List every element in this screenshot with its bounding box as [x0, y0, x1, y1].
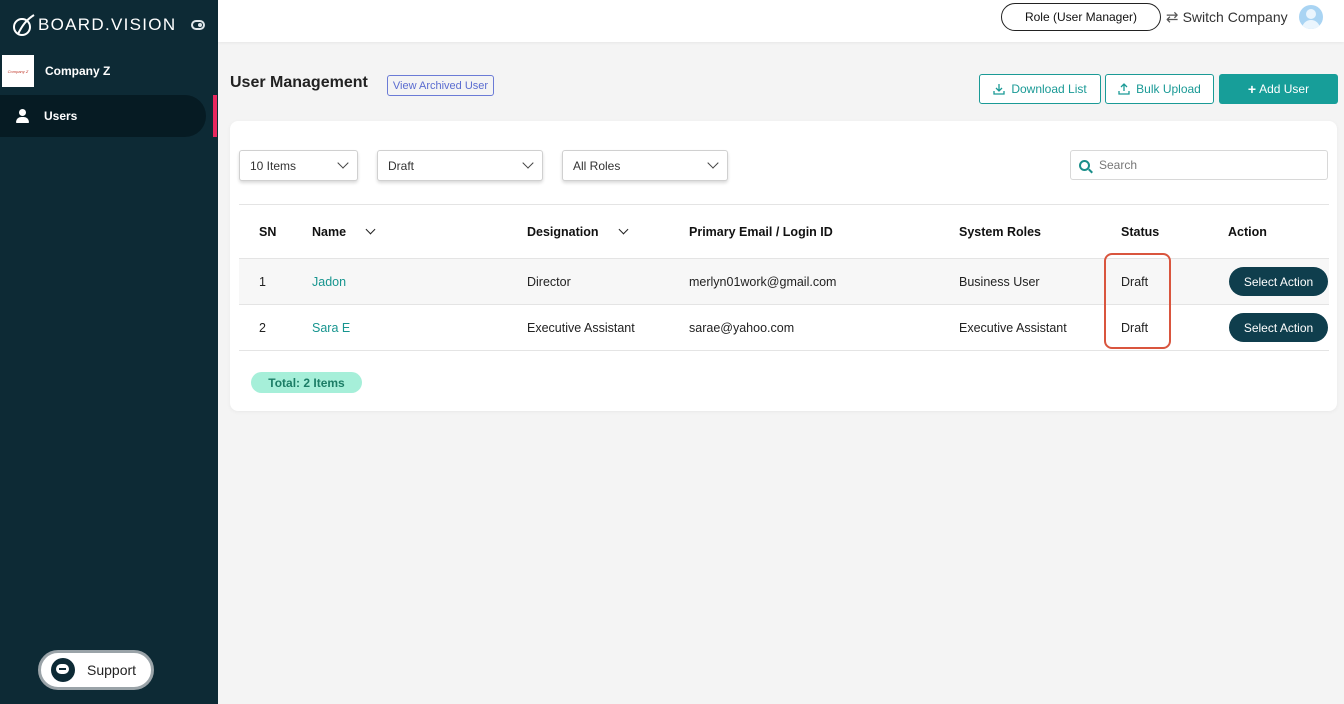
- column-header-name[interactable]: Name: [312, 205, 376, 258]
- company-name: Company Z: [45, 64, 111, 78]
- row-email: merlyn01work@gmail.com: [689, 274, 837, 289]
- row-system-roles: Business User: [959, 274, 1040, 289]
- row-designation: Director: [527, 274, 571, 289]
- brand-name: BOARD.VISION: [38, 15, 177, 34]
- column-header-status: Status: [1121, 224, 1160, 239]
- select-action-button[interactable]: Select Action: [1229, 267, 1328, 296]
- status-badge: Draft: [1121, 320, 1149, 335]
- plus-icon: +: [1247, 81, 1257, 97]
- column-header-designation[interactable]: Designation: [527, 205, 628, 258]
- download-icon: [993, 84, 1005, 95]
- user-icon: [15, 108, 31, 124]
- column-header-designation-label: Designation: [527, 224, 599, 239]
- sidebar-item-label: Users: [44, 109, 78, 123]
- chevron-down-icon: [618, 224, 628, 235]
- bulk-upload-button[interactable]: Bulk Upload: [1105, 74, 1214, 104]
- table-row: 1 Jadon Director merlyn01work@gmail.com …: [239, 259, 1329, 305]
- company-logo: Company Z: [2, 55, 34, 87]
- total-items-badge: Total: 2 Items: [251, 372, 362, 393]
- row-sn: 1: [259, 274, 266, 289]
- column-header-sn: SN: [259, 224, 277, 239]
- brand[interactable]: BOARD.VISION: [12, 12, 176, 38]
- page-title: User Management: [230, 74, 368, 91]
- chevron-down-icon: [707, 157, 719, 169]
- status-filter-select[interactable]: Draft: [377, 150, 543, 181]
- sidebar: BOARD.VISION Company Z Company Z Users S…: [0, 0, 218, 704]
- add-user-button[interactable]: + Add User: [1219, 74, 1338, 104]
- avatar[interactable]: [1299, 5, 1323, 29]
- column-header-name-label: Name: [312, 224, 347, 239]
- column-header-email: Primary Email / Login ID: [689, 224, 833, 239]
- search-input[interactable]: [1099, 158, 1299, 172]
- roles-filter-select[interactable]: All Roles: [562, 150, 728, 181]
- roles-filter-value: All Roles: [573, 158, 621, 173]
- column-header-system-roles: System Roles: [959, 224, 1041, 239]
- download-list-label: Download List: [1011, 82, 1087, 96]
- items-per-page-value: 10 Items: [250, 158, 297, 173]
- users-table: SN Name Designation Primary Email / Logi…: [239, 204, 1329, 351]
- user-name-link[interactable]: Sara E: [312, 305, 350, 350]
- search-box: [1070, 150, 1328, 180]
- top-bar: Role (User Manager) ⇄ Switch Company: [218, 0, 1344, 42]
- users-card: 10 Items Draft All Roles SN Name Designa…: [230, 121, 1337, 411]
- row-email: sarae@yahoo.com: [689, 320, 795, 335]
- board-vision-logo-icon: [13, 14, 35, 36]
- active-nav-indicator: [213, 95, 217, 137]
- add-user-label: Add User: [1259, 82, 1310, 96]
- swap-icon: ⇄: [1166, 9, 1179, 26]
- table-row: 2 Sara E Executive Assistant sarae@yahoo…: [239, 305, 1329, 351]
- row-system-roles: Executive Assistant: [959, 320, 1067, 335]
- search-icon: [1079, 159, 1090, 171]
- support-button[interactable]: Support: [38, 650, 154, 690]
- select-action-button[interactable]: Select Action: [1229, 313, 1328, 342]
- sidebar-toggle-icon[interactable]: [191, 20, 205, 30]
- bulk-upload-label: Bulk Upload: [1136, 82, 1201, 96]
- status-badge: Draft: [1121, 274, 1149, 289]
- view-archived-user-button[interactable]: View Archived User: [387, 75, 494, 96]
- role-button[interactable]: Role (User Manager): [1001, 3, 1161, 31]
- row-designation: Executive Assistant: [527, 320, 635, 335]
- chevron-down-icon: [365, 224, 376, 235]
- table-header: SN Name Designation Primary Email / Logi…: [239, 204, 1329, 259]
- company-logo-text: Company Z: [7, 68, 29, 74]
- row-sn: 2: [259, 320, 266, 335]
- switch-company-label: Switch Company: [1182, 9, 1288, 25]
- upload-icon: [1118, 83, 1130, 95]
- download-list-button[interactable]: Download List: [979, 74, 1101, 104]
- chevron-down-icon: [337, 157, 349, 169]
- switch-company-button[interactable]: ⇄ Switch Company: [1166, 7, 1288, 27]
- status-filter-value: Draft: [388, 158, 415, 173]
- sidebar-item-users[interactable]: Users: [0, 95, 206, 137]
- chevron-down-icon: [522, 157, 534, 169]
- column-header-action: Action: [1228, 224, 1267, 239]
- company-selector[interactable]: Company Z Company Z: [0, 53, 218, 89]
- user-name-link[interactable]: Jadon: [312, 259, 346, 304]
- items-per-page-select[interactable]: 10 Items: [239, 150, 358, 181]
- chat-icon: [51, 658, 75, 682]
- support-label: Support: [87, 662, 137, 678]
